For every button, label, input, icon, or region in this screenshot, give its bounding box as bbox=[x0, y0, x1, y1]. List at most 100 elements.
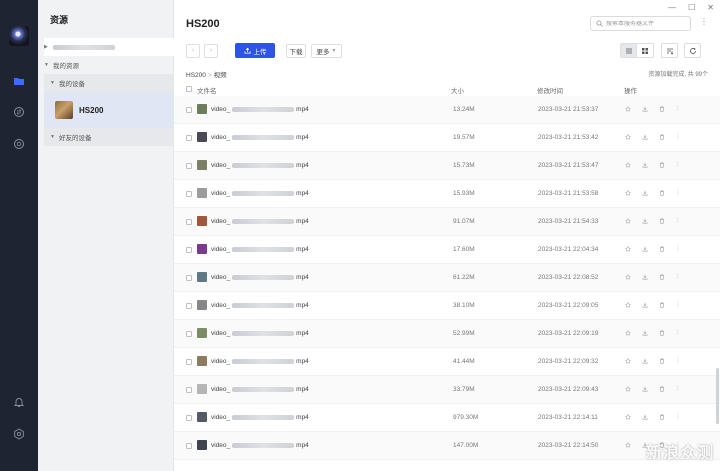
row-more-icon[interactable]: ⋮ bbox=[675, 301, 681, 308]
more-options-icon[interactable]: ⋮ bbox=[700, 17, 708, 26]
grid-view-button[interactable] bbox=[637, 43, 654, 58]
minimize-icon[interactable]: — bbox=[668, 3, 676, 12]
close-icon[interactable]: ✕ bbox=[707, 3, 714, 12]
sort-button[interactable] bbox=[661, 43, 678, 58]
file-name[interactable]: video_ mp4 bbox=[211, 358, 309, 365]
table-row[interactable]: video_ mp4 38.10M 2023-03-21 22:09:05 ⋮ bbox=[174, 292, 720, 320]
table-row[interactable]: video_ mp4 61.22M 2023-03-21 22:08:52 ⋮ bbox=[174, 264, 720, 292]
file-name[interactable]: video_ mp4 bbox=[211, 386, 309, 393]
sidebar-item-friend-devices[interactable]: ▼ 好友的设备 bbox=[44, 128, 180, 146]
sidebar-item-my-devices[interactable]: ▼ 我的设备 bbox=[44, 74, 180, 92]
table-row[interactable]: video_ mp4 979.30M 2023-03-21 22:14:11 ⋮ bbox=[174, 404, 720, 432]
row-checkbox[interactable] bbox=[186, 163, 192, 169]
star-icon[interactable] bbox=[625, 133, 631, 140]
row-checkbox[interactable] bbox=[186, 107, 192, 113]
table-row[interactable]: video_ mp4 13.24M 2023-03-21 21:53:37 ⋮ bbox=[174, 96, 720, 124]
download-icon[interactable] bbox=[642, 106, 648, 112]
row-more-icon[interactable]: ⋮ bbox=[675, 217, 681, 224]
row-more-icon[interactable]: ⋮ bbox=[675, 329, 681, 336]
star-icon[interactable] bbox=[625, 413, 631, 420]
search-input[interactable] bbox=[606, 20, 690, 27]
forward-button[interactable]: › bbox=[204, 43, 218, 58]
table-row[interactable]: video_ mp4 41.44M 2023-03-21 22:09:32 ⋮ bbox=[174, 348, 720, 376]
file-name[interactable]: video_ mp4 bbox=[211, 330, 309, 337]
download-icon[interactable] bbox=[642, 330, 648, 336]
row-more-icon[interactable]: ⋮ bbox=[675, 357, 681, 364]
row-checkbox[interactable] bbox=[186, 219, 192, 225]
transfer-nav-icon[interactable] bbox=[10, 103, 28, 121]
trash-icon[interactable] bbox=[659, 358, 665, 364]
star-icon[interactable] bbox=[625, 105, 631, 112]
star-icon[interactable] bbox=[625, 273, 631, 280]
table-row[interactable]: video_ mp4 52.99M 2023-03-21 22:09:19 ⋮ bbox=[174, 320, 720, 348]
trash-icon[interactable] bbox=[659, 162, 665, 168]
refresh-button[interactable] bbox=[684, 43, 701, 58]
star-icon[interactable] bbox=[625, 245, 631, 252]
maximize-icon[interactable]: ☐ bbox=[688, 3, 695, 12]
star-icon[interactable] bbox=[625, 217, 631, 224]
back-button[interactable]: ‹ bbox=[186, 43, 200, 58]
file-name[interactable]: video_ mp4 bbox=[211, 190, 309, 197]
file-name[interactable]: video_ mp4 bbox=[211, 246, 309, 253]
download-icon[interactable] bbox=[642, 246, 648, 252]
star-icon[interactable] bbox=[625, 161, 631, 168]
download-icon[interactable] bbox=[642, 134, 648, 140]
star-icon[interactable] bbox=[625, 357, 631, 364]
resources-nav-icon[interactable] bbox=[10, 72, 28, 90]
row-checkbox[interactable] bbox=[186, 135, 192, 141]
row-checkbox[interactable] bbox=[186, 275, 192, 281]
file-name[interactable]: video_ mp4 bbox=[211, 274, 309, 281]
row-more-icon[interactable]: ⋮ bbox=[675, 245, 681, 252]
row-more-icon[interactable]: ⋮ bbox=[675, 133, 681, 140]
row-checkbox[interactable] bbox=[186, 331, 192, 337]
trash-icon[interactable] bbox=[659, 274, 665, 280]
download-icon[interactable] bbox=[642, 190, 648, 196]
download-icon[interactable] bbox=[642, 414, 648, 420]
select-all-checkbox[interactable] bbox=[186, 86, 192, 92]
table-row[interactable]: video_ mp4 33.79M 2023-03-21 22:09:43 ⋮ bbox=[174, 376, 720, 404]
table-row[interactable]: video_ mp4 15.73M 2023-03-21 21:53:47 ⋮ bbox=[174, 152, 720, 180]
table-row[interactable]: video_ mp4 17.60M 2023-03-21 22:04:34 ⋮ bbox=[174, 236, 720, 264]
header-size[interactable]: 大小 bbox=[451, 85, 464, 95]
download-button[interactable]: 下载 bbox=[286, 43, 306, 58]
header-name[interactable]: 文件名 bbox=[197, 85, 217, 95]
scrollbar[interactable] bbox=[716, 368, 719, 424]
row-checkbox[interactable] bbox=[186, 415, 192, 421]
table-row[interactable]: video_ mp4 19.57M 2023-03-21 21:53:42 ⋮ bbox=[174, 124, 720, 152]
header-modified[interactable]: 修改时间 bbox=[537, 85, 563, 95]
sidebar-item-my-resources[interactable]: ▼ 我的资源 bbox=[44, 56, 173, 74]
row-more-icon[interactable]: ⋮ bbox=[675, 161, 681, 168]
row-checkbox[interactable] bbox=[186, 387, 192, 393]
table-row[interactable]: video_ mp4 147.00M 2023-03-21 22:14:50 ⋮ bbox=[174, 432, 720, 460]
more-button[interactable]: 更多 ▼ bbox=[311, 43, 342, 58]
trash-icon[interactable] bbox=[659, 134, 665, 140]
download-icon[interactable] bbox=[642, 218, 648, 224]
file-name[interactable]: video_ mp4 bbox=[211, 162, 309, 169]
download-icon[interactable] bbox=[642, 274, 648, 280]
row-checkbox[interactable] bbox=[186, 303, 192, 309]
table-row[interactable]: video_ mp4 15.93M 2023-03-21 21:53:58 ⋮ bbox=[174, 180, 720, 208]
file-name[interactable]: video_ mp4 bbox=[211, 106, 309, 113]
star-icon[interactable] bbox=[625, 441, 631, 448]
settings-nav-icon[interactable] bbox=[10, 425, 28, 443]
row-more-icon[interactable]: ⋮ bbox=[675, 413, 681, 420]
row-checkbox[interactable] bbox=[186, 443, 192, 449]
sidebar-item-device-hs200[interactable]: HS200 bbox=[44, 92, 180, 128]
trash-icon[interactable] bbox=[659, 414, 665, 420]
trash-icon[interactable] bbox=[659, 190, 665, 196]
download-icon[interactable] bbox=[642, 386, 648, 392]
row-more-icon[interactable]: ⋮ bbox=[675, 105, 681, 112]
discover-nav-icon[interactable] bbox=[10, 135, 28, 153]
star-icon[interactable] bbox=[625, 385, 631, 392]
trash-icon[interactable] bbox=[659, 246, 665, 252]
row-more-icon[interactable]: ⋮ bbox=[675, 273, 681, 280]
row-checkbox[interactable] bbox=[186, 191, 192, 197]
row-checkbox[interactable] bbox=[186, 359, 192, 365]
row-checkbox[interactable] bbox=[186, 247, 192, 253]
notifications-nav-icon[interactable] bbox=[10, 393, 28, 411]
row-more-icon[interactable]: ⋮ bbox=[675, 385, 681, 392]
trash-icon[interactable] bbox=[659, 106, 665, 112]
upload-button[interactable]: 上传 bbox=[235, 43, 275, 58]
search-box[interactable] bbox=[590, 16, 691, 31]
trash-icon[interactable] bbox=[659, 386, 665, 392]
